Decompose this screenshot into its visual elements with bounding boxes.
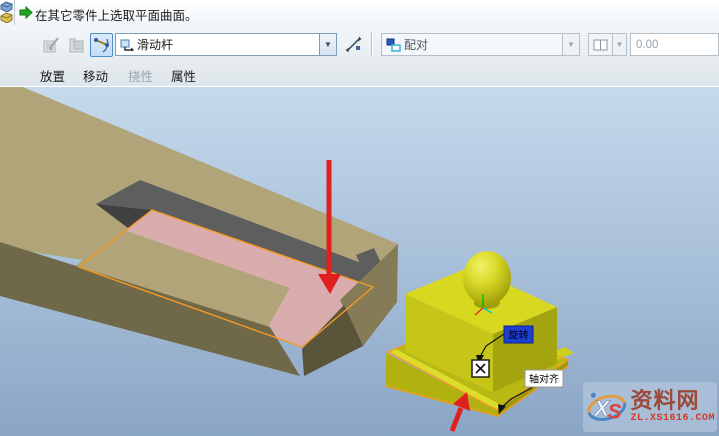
watermark: X S 资料网 ZL.XS1616.COM (583, 382, 717, 432)
chevron-down-icon: ▼ (319, 34, 336, 55)
blue-cube-icon (0, 1, 13, 12)
svg-text:轴对齐: 轴对齐 (529, 373, 559, 386)
message-bar: 在其它零件上选取平面曲面。 (0, 0, 719, 26)
chevron-down-icon: ▼ (562, 34, 579, 55)
graphics-area[interactable]: 旋转 轴对齐 X S 资 (0, 87, 719, 436)
tab-properties[interactable]: 属性 (171, 66, 196, 85)
assembly-window-icon (68, 37, 85, 54)
offset-value-input[interactable] (630, 33, 719, 56)
separate-window-button[interactable] (40, 33, 63, 57)
status-message: 在其它零件上选取平面曲面。 (35, 5, 198, 24)
flip-constraint-button[interactable] (343, 33, 364, 56)
svg-text:旋转: 旋转 (509, 329, 529, 342)
mate-constraint-icon (386, 38, 401, 52)
watermark-site-url: ZL.XS1616.COM (630, 413, 715, 424)
rotation-tag[interactable]: 旋转 (504, 326, 533, 343)
side-toolbar-strip (0, 0, 13, 25)
proe-assembly-window: 在其它零件上选取平面曲面。 (0, 0, 719, 436)
axis-align-tag[interactable]: 轴对齐 (525, 370, 563, 387)
yellow-cube-icon (0, 12, 13, 23)
flip-icon (345, 36, 362, 53)
watermark-site-name: 资料网 (630, 390, 699, 412)
divider (371, 32, 372, 57)
constraint-type-value: 配对 (404, 36, 562, 53)
separate-window-icon (43, 37, 60, 54)
offset-type-icon (588, 33, 613, 56)
tab-flexibility[interactable]: 挠性 (128, 66, 153, 85)
drag-handle[interactable] (472, 360, 489, 377)
prompt-arrow-icon (19, 6, 33, 19)
connection-type-icon (120, 38, 134, 51)
watermark-logo: X S (585, 384, 628, 430)
offset-type-button[interactable]: ▼ (588, 33, 627, 56)
assembly-window-button[interactable] (65, 33, 88, 57)
sphere-knob[interactable] (463, 251, 511, 305)
divider (14, 0, 15, 25)
tab-move[interactable]: 移动 (83, 66, 108, 85)
svg-text:S: S (608, 401, 622, 424)
base-part[interactable] (0, 87, 398, 376)
dragger-icon (93, 36, 111, 54)
constraint-type-dropdown[interactable]: 配对 ▼ (381, 33, 580, 56)
placement-dashboard: 滑动杆 ▼ 配对 ▼ (0, 25, 719, 89)
connection-type-dropdown[interactable]: 滑动杆 ▼ (115, 33, 337, 56)
connection-type-value: 滑动杆 (137, 36, 319, 53)
dashboard-tabs: 放置 移动 挠性 属性 (0, 64, 719, 86)
dragger-toggle-button[interactable] (90, 33, 113, 57)
tab-placement[interactable]: 放置 (40, 66, 65, 85)
chevron-down-icon[interactable]: ▼ (613, 33, 627, 56)
slider-part[interactable] (386, 251, 574, 417)
